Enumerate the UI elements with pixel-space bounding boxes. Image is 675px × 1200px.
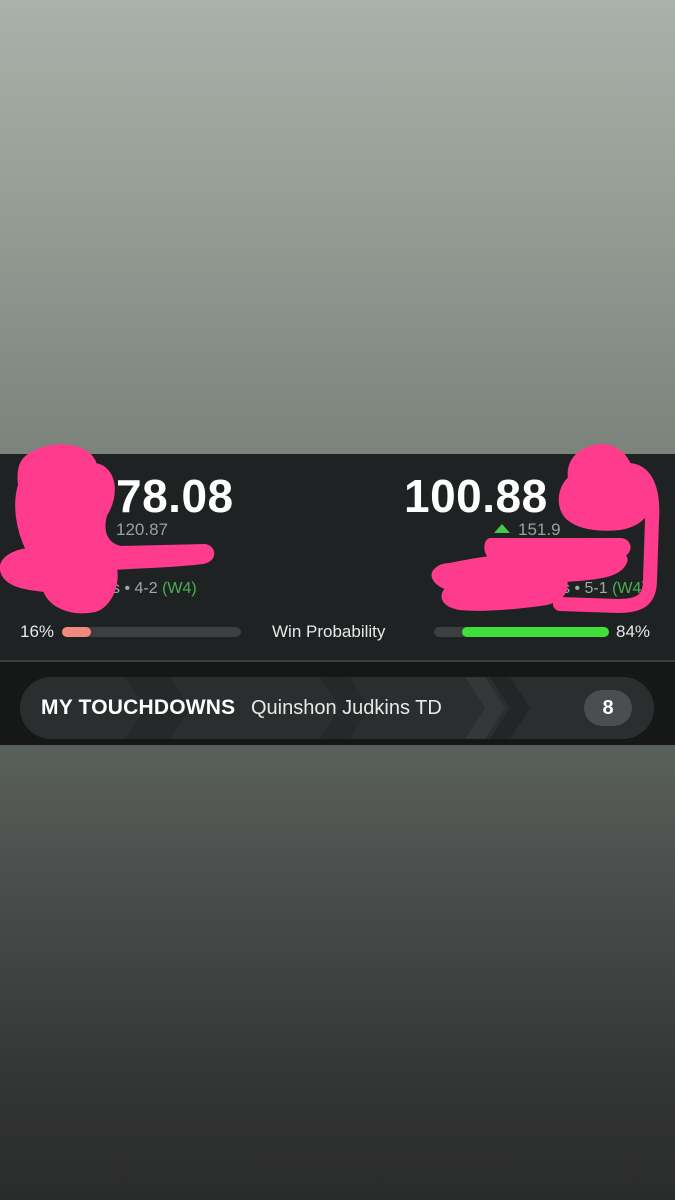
up-triangle-icon bbox=[494, 524, 510, 533]
right-team-record-text: s • 5-1 bbox=[562, 580, 608, 597]
background-lower bbox=[0, 745, 675, 1200]
touchdown-count-badge: 8 bbox=[584, 690, 632, 726]
left-win-bar-fill bbox=[62, 627, 91, 637]
right-team-streak: (W4) bbox=[612, 580, 647, 597]
left-team-record-text: s • 4-2 bbox=[112, 580, 158, 597]
touchdown-latest: Quinshon Judkins TD bbox=[251, 697, 442, 719]
right-team-score: 100.88 bbox=[404, 470, 548, 522]
right-team-projected: 151.9 bbox=[494, 520, 561, 540]
left-team-projected: 120.87 bbox=[116, 520, 168, 539]
right-win-percent: 84% bbox=[616, 622, 651, 641]
right-win-bar bbox=[434, 627, 609, 637]
left-team-record: s • 4-2 (W4) bbox=[112, 580, 197, 598]
left-team-score: 78.08 bbox=[116, 470, 234, 522]
left-win-bar bbox=[62, 627, 241, 637]
touchdowns-title: MY TOUCHDOWNS bbox=[41, 696, 236, 719]
left-win-percent: 16% bbox=[20, 622, 55, 641]
right-win-bar-fill bbox=[462, 627, 609, 637]
left-team-streak: (W4) bbox=[162, 580, 197, 597]
win-probability-label: Win Probability bbox=[272, 622, 386, 641]
right-team-record: s • 5-1 (W4) bbox=[562, 580, 647, 598]
right-team-projected-value: 151.9 bbox=[518, 520, 561, 539]
